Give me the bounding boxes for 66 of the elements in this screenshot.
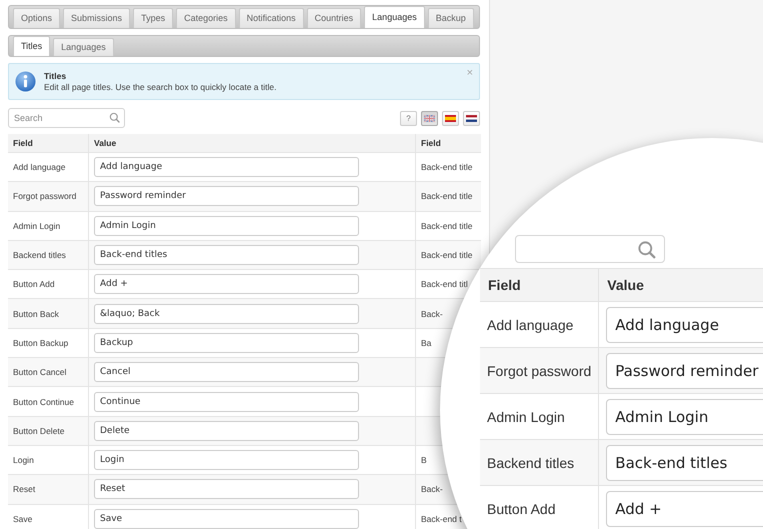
value-input[interactable]: Add + [606,490,763,527]
value-input[interactable]: Back-end titles [606,444,763,480]
field-type: Back- [421,484,443,494]
value-input[interactable]: Save [94,508,359,529]
value-input[interactable]: Password reminder [606,352,763,388]
column-header: Value [598,268,763,302]
value-input[interactable]: &laquo; Back [94,304,359,324]
tab[interactable]: Titles [13,36,50,56]
field-name: Forgot password [480,348,599,394]
tab[interactable]: Countries [306,8,362,28]
tab[interactable]: Backup [428,8,474,28]
field-name: Button Back [8,298,88,328]
tab[interactable]: Options [13,8,60,28]
field-name: Reset [8,474,88,504]
field-type: Back-end title [421,220,472,231]
flag-icon [466,114,477,122]
language-button[interactable] [463,110,480,126]
tab[interactable]: Notifications [238,8,304,28]
field-name: Save [8,504,88,529]
column-header: Field [480,268,599,302]
column-header: Field [8,134,88,152]
info-text: Edit all page titles. Use the search box to quickly locate a title. [44,82,276,92]
help-button[interactable]: ? [400,110,417,126]
flag-icon [445,114,456,122]
field-type: B [421,455,427,466]
field-name: Button Cancel [8,358,88,387]
tab[interactable]: Languages [53,38,114,56]
search-icon [637,240,656,258]
info-title: Titles [44,71,68,81]
value-input[interactable]: Admin Login [606,398,763,434]
value-input[interactable]: Cancel [94,362,359,382]
field-name: Backend titles [8,240,88,270]
column-header: Value [88,134,416,152]
field-type: Ba [421,338,432,348]
tab[interactable]: Languages [364,6,425,28]
value-input[interactable]: Reset [94,479,359,500]
value-input[interactable]: Admin Login [94,216,359,236]
field-name: Button Delete [8,416,88,446]
value-input[interactable]: Login [94,450,359,470]
field-type: Back-end title [421,162,472,172]
value-input[interactable]: Password reminder [94,186,359,206]
field-name: Button Add [480,486,599,529]
tab[interactable]: Categories [176,8,236,28]
value-input[interactable]: Back-end titles [94,245,359,266]
field-type: Back-end title [421,250,472,260]
field-name: Forgot password [8,182,88,212]
value-input[interactable]: Add language [94,157,359,178]
search-field[interactable] [515,235,665,263]
tab[interactable]: Submissions [63,8,130,28]
field-name: Backend titles [480,440,599,486]
field-type: Back- [421,308,443,319]
tab[interactable]: Types [133,8,174,28]
column-header: Field [416,134,481,152]
value-input[interactable]: Continue [94,392,359,412]
field-type: Back-end title [421,191,472,202]
value-input[interactable]: Delete [94,420,359,441]
value-input[interactable]: Add + [94,274,359,294]
value-input[interactable]: Backup [94,332,359,353]
search-icon [109,112,120,123]
info-icon [15,71,36,92]
language-button[interactable] [442,110,459,126]
flag-icon [424,114,435,122]
search-field[interactable]: Search [8,108,125,128]
value-input[interactable]: Add language [606,306,763,342]
field-type: Back-end t [421,514,462,524]
field-type: Back-end titl [421,279,468,290]
